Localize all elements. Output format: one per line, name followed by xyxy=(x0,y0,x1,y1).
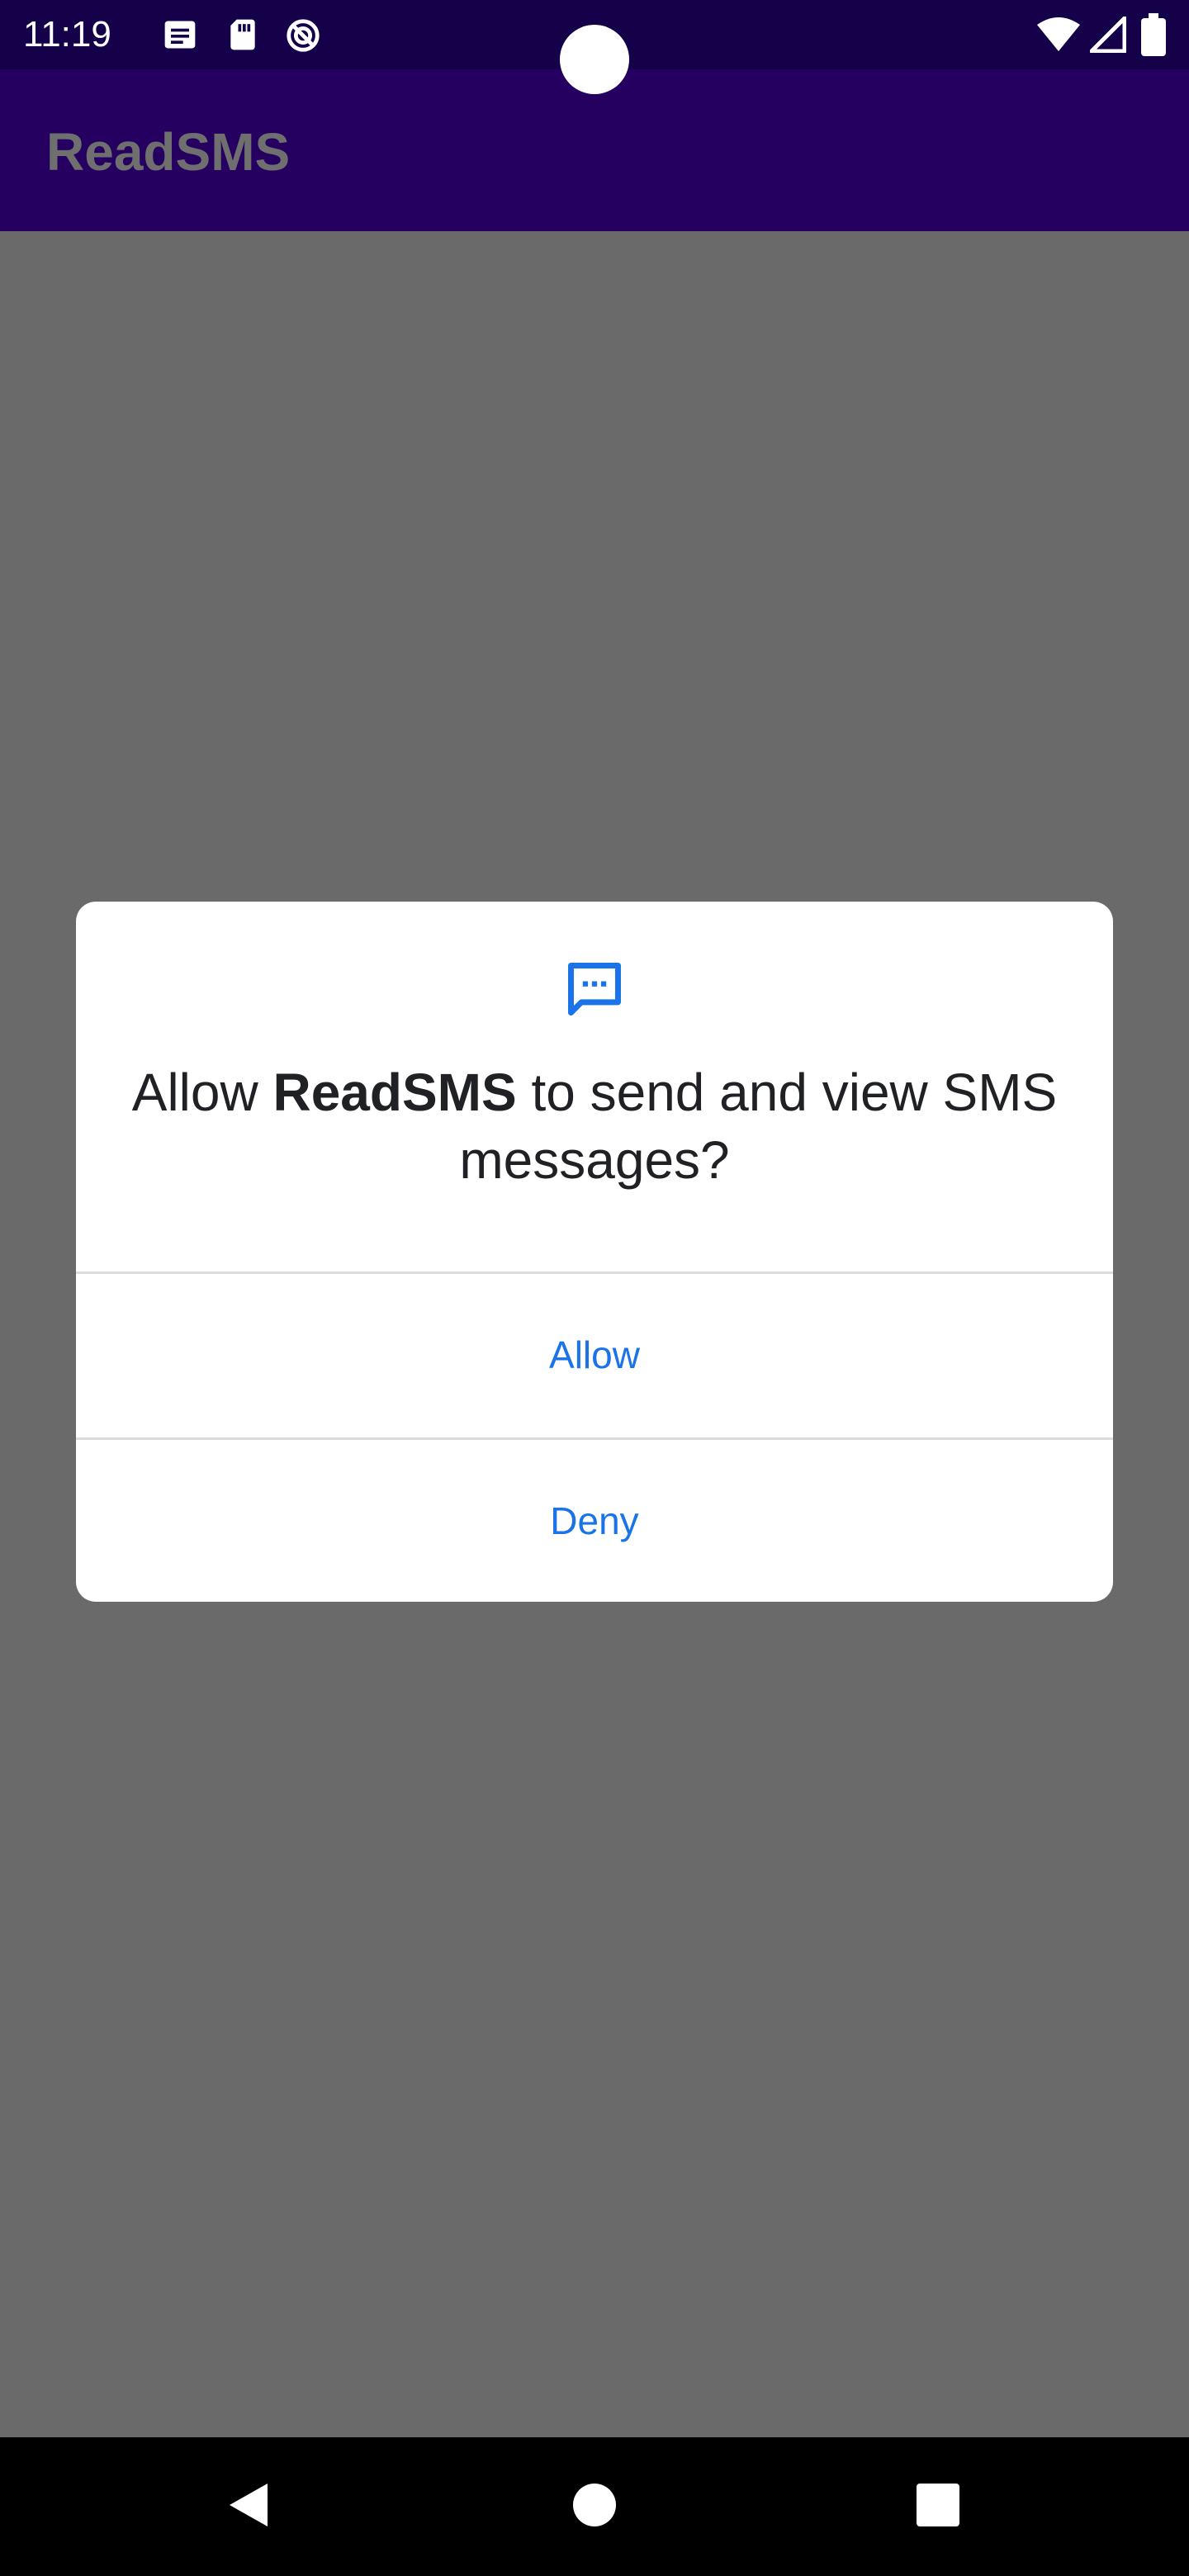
status-time: 11:19 xyxy=(23,14,111,54)
back-icon xyxy=(225,2480,274,2534)
camera-cutout xyxy=(560,25,629,94)
deny-button[interactable]: Deny xyxy=(76,1440,1113,1602)
wifi-icon xyxy=(1037,17,1080,57)
home-button[interactable] xyxy=(561,2474,628,2540)
cell-signal-icon xyxy=(1089,16,1127,57)
dialog-message-app-name: ReadSMS xyxy=(272,1063,517,1122)
recents-icon xyxy=(915,2482,961,2532)
message-notification-icon xyxy=(162,17,198,57)
navigation-bar xyxy=(0,2437,1189,2576)
home-icon xyxy=(571,2482,618,2532)
sd-card-icon xyxy=(225,17,261,57)
permission-dialog: Allow ReadSMS to send and view SMS messa… xyxy=(76,902,1113,1602)
allow-button-label: Allow xyxy=(549,1333,640,1376)
app-title: ReadSMS xyxy=(46,122,291,182)
deny-button-label: Deny xyxy=(550,1499,639,1542)
do-not-disturb-icon xyxy=(284,17,322,59)
recents-button[interactable] xyxy=(905,2474,971,2540)
back-button[interactable] xyxy=(216,2474,282,2540)
battery-icon xyxy=(1141,13,1166,60)
dialog-message-prefix: Allow xyxy=(131,1063,273,1122)
sms-icon xyxy=(563,958,626,1020)
allow-button[interactable]: Allow xyxy=(76,1274,1113,1436)
dialog-message-suffix: to send and view SMS messages? xyxy=(459,1063,1058,1190)
dialog-message: Allow ReadSMS to send and view SMS messa… xyxy=(126,1058,1063,1194)
